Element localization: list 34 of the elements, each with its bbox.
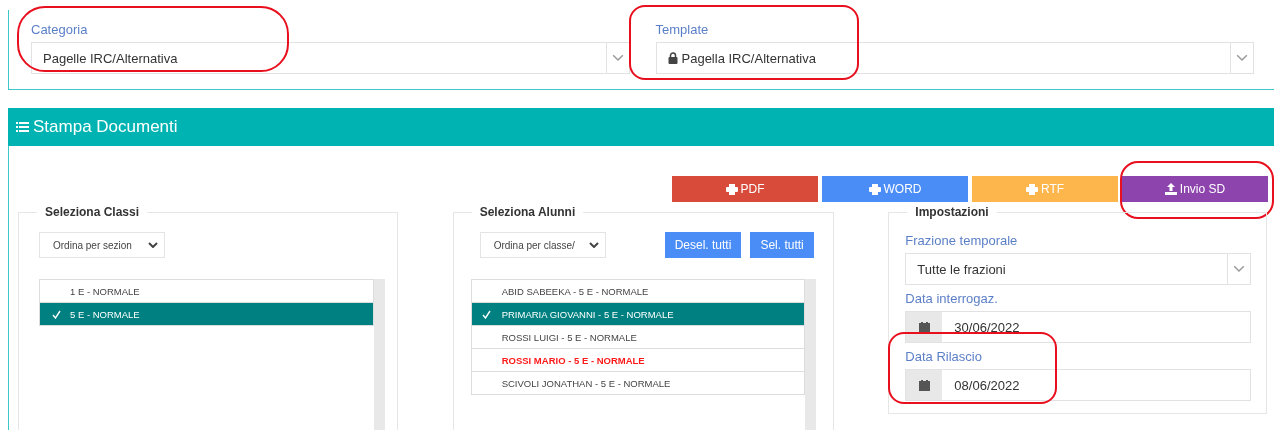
scrollbar[interactable] [804,279,816,430]
section-title: Seleziona Classi [37,205,148,219]
class-list-item[interactable]: 5 E - NORMALE [40,303,373,326]
sort-dropdown[interactable]: Ordina per classe/ [479,232,606,258]
check-icon [481,309,491,319]
dropdown[interactable]: Pagelle IRC/Alternativa [31,42,630,74]
field-label: Template [655,22,709,37]
chevron-down-icon [611,54,624,62]
check-icon [52,309,61,319]
section-title: Seleziona Alunni [471,205,584,219]
lock-icon [667,52,678,64]
dropdown[interactable]: Pagella IRC/Alternativa [655,42,1254,74]
chevron-down-icon [588,242,599,248]
dropdown[interactable]: Tutte le frazioni [905,253,1251,285]
date-field[interactable]: 08/06/2022 [905,369,1251,401]
chevron-down-icon [1233,265,1245,273]
scrollbar[interactable] [374,279,385,430]
field-label: Data interrogaz. [905,291,998,306]
upload-icon [1164,183,1177,195]
date-field[interactable]: 30/06/2022 [905,311,1251,343]
list-icon [16,122,29,132]
export-button[interactable]: PDF [672,176,818,202]
export-button[interactable]: Invio SD [1122,176,1268,202]
chevron-down-icon [148,242,158,248]
calendar-icon [918,321,930,333]
panel-title: Stampa Documenti [33,117,178,137]
section-title: Impostazioni [907,205,997,219]
field-label: Categoria [31,22,88,37]
calendar-icon [918,379,930,391]
field-label: Frazione temporale [905,233,1018,248]
sort-dropdown[interactable]: Ordina per sezion [39,232,165,258]
field-label: Data Rilascio [905,349,982,364]
chevron-down-icon [1236,54,1248,62]
student-list-item[interactable]: PRIMARIA GIOVANNI - 5 E - NORMALE [471,303,804,326]
